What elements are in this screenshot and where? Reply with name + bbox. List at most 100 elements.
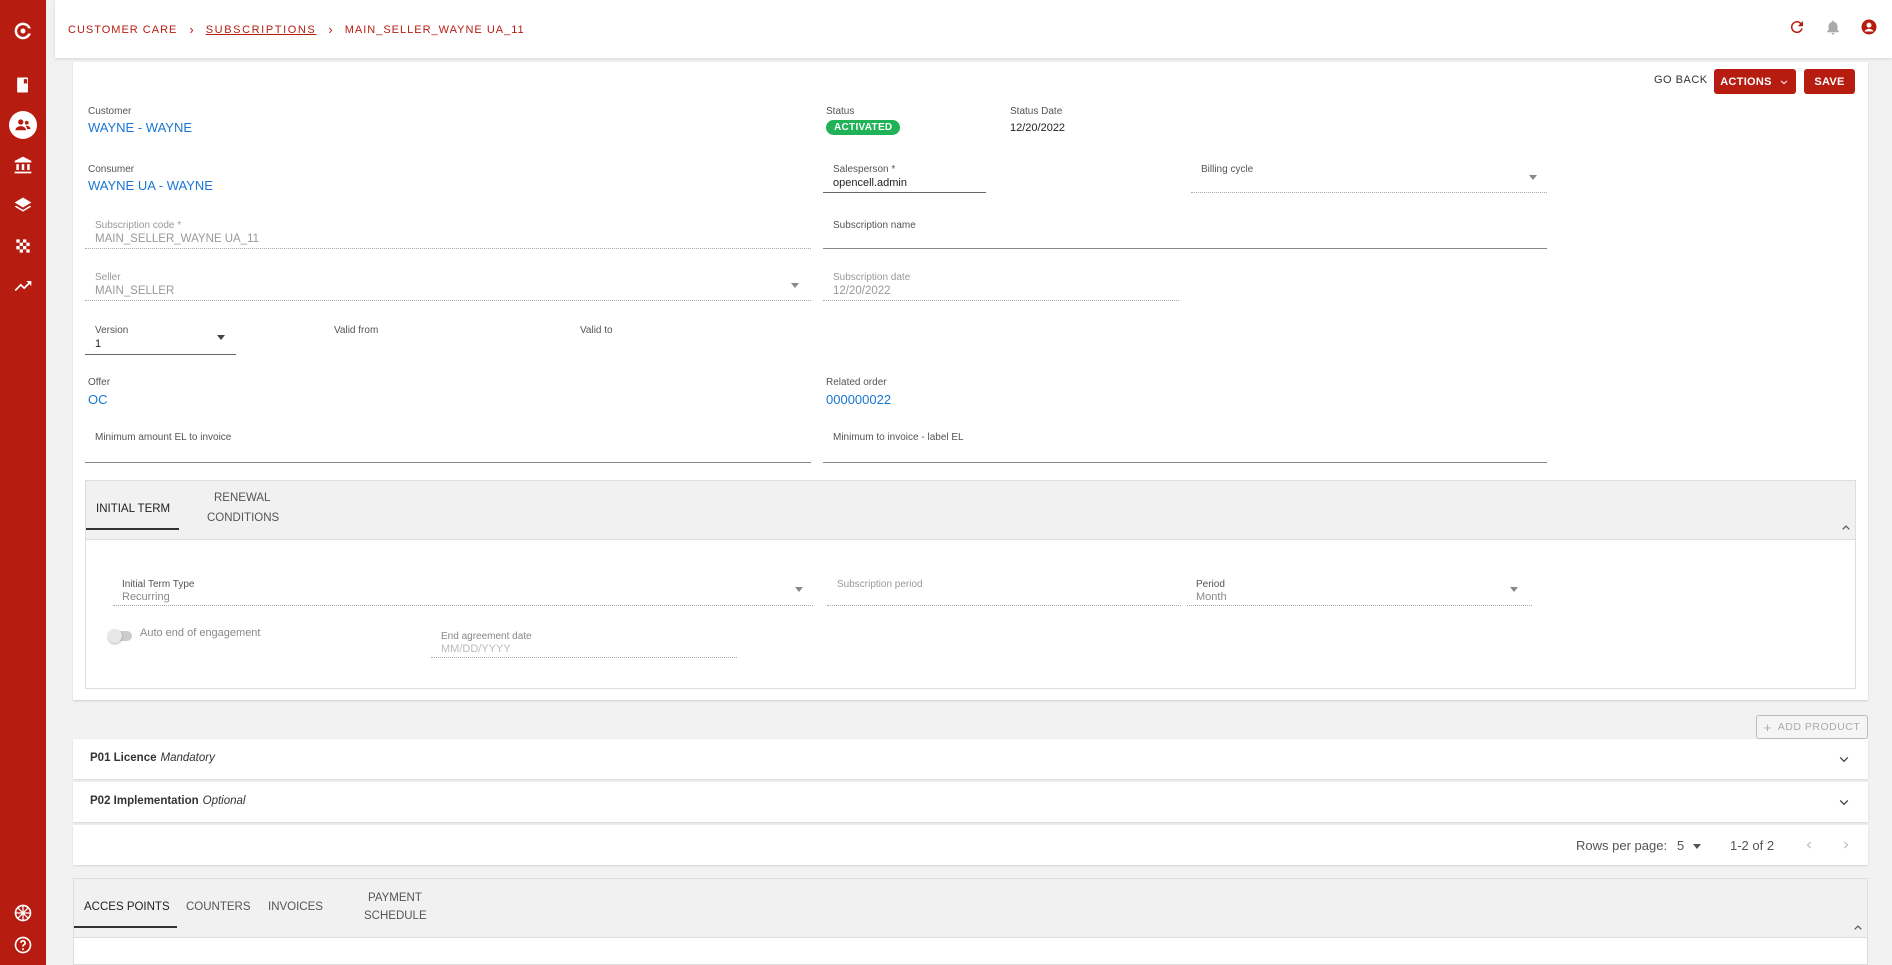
salesperson-input[interactable]: opencell.admin — [833, 177, 907, 189]
product-code-text: P02 Implementation — [90, 795, 199, 807]
consumer-label: Consumer — [88, 164, 135, 175]
offer-label: Offer — [88, 377, 111, 388]
bell-icon[interactable] — [1824, 18, 1842, 36]
tab-acces-points[interactable]: ACCES POINTS — [84, 897, 170, 917]
grid-icon[interactable] — [8, 231, 38, 261]
min-invoice-label-label: Minimum to invoice - label EL — [833, 432, 964, 443]
subscription-date-input[interactable]: 12/20/2022 — [833, 285, 891, 297]
layers-icon[interactable] — [8, 190, 38, 220]
salesperson-label: Salesperson * — [833, 164, 896, 175]
tab-payment-label: PAYMENT — [368, 892, 422, 904]
term-tabs-header: INITIAL TERM RENEWAL CONDITIONS — [86, 481, 1855, 540]
billing-cycle-label: Billing cycle — [1201, 164, 1254, 175]
salesperson-underline — [823, 192, 986, 193]
subscription-code-input[interactable]: MAIN_SELLER_WAYNE UA_11 — [95, 233, 259, 245]
subscription-date-underline — [823, 300, 1179, 301]
chevron-right-icon: › — [189, 22, 194, 37]
chevron-up-icon[interactable] — [1839, 521, 1853, 535]
chevron-down-icon[interactable] — [1836, 794, 1852, 810]
period-underline — [1187, 605, 1532, 606]
version-value[interactable]: 1 — [95, 338, 101, 350]
actions-label: ACTIONS — [1720, 75, 1772, 88]
caret-down-icon — [217, 335, 225, 340]
auto-end-toggle[interactable] — [108, 629, 132, 643]
subscription-date-label: Subscription date — [833, 272, 911, 283]
help-icon[interactable] — [8, 930, 38, 960]
end-agreement-label: End agreement date — [441, 631, 532, 642]
initial-term-type-label: Initial Term Type — [122, 579, 195, 590]
period-value[interactable]: Month — [1196, 591, 1227, 603]
end-agreement-input[interactable]: MM/DD/YYYY — [441, 643, 511, 655]
consumer-link[interactable]: WAYNE UA - WAYNE — [88, 178, 213, 193]
status-date-label: Status Date — [1010, 106, 1063, 117]
billing-cycle-underline — [1191, 192, 1547, 193]
book-icon[interactable] — [8, 70, 38, 100]
product-code-text: P01 Licence — [90, 752, 157, 764]
actions-button[interactable]: ACTIONS — [1714, 69, 1796, 94]
initial-term-type-value[interactable]: Recurring — [122, 591, 170, 603]
rows-per-page-select[interactable]: 5 — [1677, 838, 1701, 853]
add-product-label: ADD PRODUCT — [1777, 721, 1861, 733]
product-row[interactable]: P01 Licence Mandatory — [73, 739, 1868, 779]
related-order-label: Related order — [826, 377, 887, 388]
auto-end-label: Auto end of engagement — [140, 627, 261, 639]
rows-per-page-value: 5 — [1677, 838, 1685, 853]
pagination-bar: Rows per page: 5 1-2 of 2 — [73, 825, 1868, 865]
chevron-down-icon[interactable] — [1836, 751, 1852, 767]
active-tab-indicator — [86, 528, 179, 530]
tab-initial-term[interactable]: INITIAL TERM — [96, 499, 170, 519]
product-row[interactable]: P02 Implementation Optional — [73, 782, 1868, 822]
chevron-right-icon: › — [328, 22, 333, 37]
save-button[interactable]: SAVE — [1804, 69, 1855, 94]
subscription-code-label: Subscription code * — [95, 220, 182, 231]
product-tag: Mandatory — [160, 752, 215, 764]
product-tag: Optional — [202, 795, 246, 807]
add-product-button[interactable]: + ADD PRODUCT — [1756, 715, 1868, 739]
language-flag-icon[interactable] — [8, 898, 38, 928]
chevron-right-icon[interactable] — [1839, 838, 1853, 852]
seller-underline — [85, 300, 811, 301]
caret-down-icon — [1692, 844, 1701, 850]
seller-label: Seller — [95, 272, 121, 283]
bank-icon[interactable] — [8, 150, 38, 180]
end-agreement-underline — [431, 657, 737, 658]
customers-icon[interactable] — [8, 110, 38, 140]
chevron-up-icon[interactable] — [1851, 921, 1865, 935]
breadcrumb: CUSTOMER CARE › SUBSCRIPTIONS › MAIN_SEL… — [68, 22, 525, 37]
subscription-details-tabs: ACCES POINTS COUNTERS INVOICES PAYMENT S… — [73, 878, 1868, 965]
caret-down-icon — [1529, 175, 1537, 180]
go-back-button[interactable]: GO BACK — [1654, 74, 1708, 86]
term-tabs-panel: INITIAL TERM RENEWAL CONDITIONS Initial … — [85, 480, 1856, 689]
bottom-tabs-header: ACCES POINTS COUNTERS INVOICES PAYMENT S… — [74, 879, 1867, 938]
related-order-link[interactable]: 000000022 — [826, 392, 891, 407]
tab-counters[interactable]: COUNTERS — [186, 897, 251, 917]
subscription-name-label: Subscription name — [833, 220, 916, 231]
top-bar: CUSTOMER CARE › SUBSCRIPTIONS › MAIN_SEL… — [55, 0, 1892, 58]
offer-link[interactable]: OC — [88, 392, 108, 407]
customer-label: Customer — [88, 106, 132, 117]
min-amount-label: Minimum amount EL to invoice — [95, 432, 232, 443]
account-icon[interactable] — [1860, 18, 1878, 36]
status-label: Status — [826, 106, 855, 117]
period-label: Period — [1196, 579, 1225, 590]
breadcrumb-current: MAIN_SELLER_WAYNE UA_11 — [344, 23, 525, 36]
tab-schedule-label: SCHEDULE — [364, 910, 427, 922]
trending-icon[interactable] — [8, 271, 38, 301]
chevron-left-icon[interactable] — [1802, 838, 1816, 852]
initial-term-type-underline — [113, 605, 813, 606]
subscription-period-underline — [827, 605, 1181, 606]
valid-to-label: Valid to — [580, 325, 613, 336]
customer-link[interactable]: WAYNE - WAYNE — [88, 120, 192, 135]
tab-invoices[interactable]: INVOICES — [268, 897, 323, 917]
seller-value[interactable]: MAIN_SELLER — [95, 285, 174, 297]
logo-icon[interactable] — [8, 16, 38, 46]
rows-per-page-label: Rows per page: — [1576, 838, 1668, 853]
breadcrumb-subscriptions[interactable]: SUBSCRIPTIONS — [206, 24, 317, 36]
min-invoice-label-underline — [823, 462, 1547, 463]
sidebar — [0, 0, 46, 965]
subscription-name-underline — [823, 248, 1547, 249]
breadcrumb-customer-care[interactable]: CUSTOMER CARE — [68, 24, 177, 36]
refresh-icon[interactable] — [1788, 18, 1806, 36]
status-badge: ACTIVATED — [826, 120, 901, 135]
subscription-code-underline — [85, 248, 811, 249]
